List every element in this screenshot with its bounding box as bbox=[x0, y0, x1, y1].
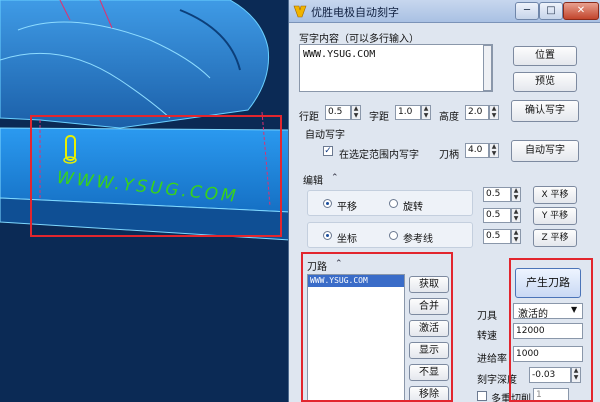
height-label: 高度 bbox=[439, 112, 459, 123]
line-spacing-spinner[interactable]: ▲ ▼ bbox=[351, 105, 361, 120]
depth-label: 刻字深度 bbox=[477, 375, 517, 386]
edit-section-label: 编辑 bbox=[303, 176, 323, 187]
speed-input[interactable]: 12000 bbox=[513, 323, 583, 339]
line-spacing-label: 行距 bbox=[299, 112, 319, 123]
get-button[interactable]: 获取 bbox=[409, 276, 449, 293]
multi-cut-label: 多重切削 bbox=[491, 394, 531, 402]
minimize-button[interactable]: ─ bbox=[515, 2, 539, 20]
z-offset-input[interactable]: 0.5 bbox=[483, 229, 511, 244]
rotate-label: 旋转 bbox=[403, 202, 423, 213]
position-button[interactable]: 位置 bbox=[513, 46, 577, 66]
z-translate-button[interactable]: Z 平移 bbox=[533, 229, 577, 247]
x-offset-spinner[interactable]: ▲ ▼ bbox=[511, 187, 521, 202]
generate-toolpath-button[interactable]: 产生刀路 bbox=[515, 268, 581, 298]
reference-line-radio[interactable] bbox=[389, 231, 398, 240]
app-logo-icon bbox=[293, 5, 307, 18]
remove-button[interactable]: 移除 bbox=[409, 386, 449, 402]
preview-button[interactable]: 预览 bbox=[513, 72, 577, 92]
multi-cut-checkbox[interactable] bbox=[477, 391, 487, 401]
title-bar[interactable]: 优胜电极自动刻字 ─ □ ✕ bbox=[289, 0, 600, 23]
multi-cut-input[interactable]: 1 bbox=[533, 388, 569, 402]
coordinate-radio[interactable] bbox=[323, 231, 332, 240]
height-input[interactable]: 2.0 bbox=[465, 105, 489, 120]
x-offset-input[interactable]: 0.5 bbox=[483, 187, 511, 202]
write-content-label: 写字内容（可以多行输入） bbox=[299, 34, 419, 45]
coordinate-label: 坐标 bbox=[337, 234, 357, 245]
handle-spinner[interactable]: ▲ ▼ bbox=[489, 143, 499, 158]
show-button[interactable]: 显示 bbox=[409, 342, 449, 359]
cad-viewport[interactable]: WWW.YSUG.COM bbox=[0, 0, 290, 402]
auto-write-button[interactable]: 自动写字 bbox=[511, 140, 579, 162]
close-button[interactable]: ✕ bbox=[563, 2, 599, 20]
handle-input[interactable]: 4.0 bbox=[465, 143, 489, 158]
maximize-button[interactable]: □ bbox=[539, 2, 563, 20]
depth-spinner[interactable]: ▲ ▼ bbox=[571, 367, 581, 383]
confirm-write-button[interactable]: 确认写字 bbox=[511, 100, 579, 122]
feed-input[interactable]: 1000 bbox=[513, 346, 583, 362]
feed-label: 进给率 bbox=[477, 354, 507, 365]
y-offset-spinner[interactable]: ▲ ▼ bbox=[511, 208, 521, 223]
handle-label: 刀柄 bbox=[439, 150, 459, 161]
char-spacing-spinner[interactable]: ▲ ▼ bbox=[421, 105, 431, 120]
y-offset-input[interactable]: 0.5 bbox=[483, 208, 511, 223]
tool-label: 刀具 bbox=[477, 311, 497, 322]
rotate-radio[interactable] bbox=[389, 199, 398, 208]
write-content-text: WWW.YSUG.COM bbox=[303, 49, 376, 60]
within-range-checkbox[interactable]: ✓ bbox=[323, 146, 333, 156]
auto-write-label: 自动写字 bbox=[305, 130, 345, 141]
dropdown-arrow-icon: ▼ bbox=[571, 305, 578, 314]
viewport-graphics bbox=[0, 0, 290, 241]
y-translate-button[interactable]: Y 平移 bbox=[533, 207, 577, 225]
translate-label: 平移 bbox=[337, 202, 357, 213]
char-spacing-label: 字距 bbox=[369, 112, 389, 123]
x-translate-button[interactable]: X 平移 bbox=[533, 186, 577, 204]
line-spacing-input[interactable]: 0.5 bbox=[325, 105, 351, 120]
auto-engrave-dialog: 优胜电极自动刻字 ─ □ ✕ 写字内容（可以多行输入） WWW.YSUG.COM… bbox=[288, 0, 600, 402]
speed-label: 转速 bbox=[477, 331, 497, 342]
translate-radio[interactable] bbox=[323, 199, 332, 208]
char-spacing-input[interactable]: 1.0 bbox=[395, 105, 421, 120]
activate-button[interactable]: 激活 bbox=[409, 320, 449, 337]
toolpath-collapse-icon[interactable]: ⌃ bbox=[335, 259, 343, 269]
toolpath-list-item[interactable]: WWW.YSUG.COM bbox=[308, 275, 404, 287]
z-offset-spinner[interactable]: ▲ ▼ bbox=[511, 229, 521, 244]
toolpath-list[interactable] bbox=[307, 274, 405, 402]
window-title: 优胜电极自动刻字 bbox=[311, 6, 399, 19]
tool-select-value: 激活的 bbox=[518, 309, 548, 320]
merge-button[interactable]: 合并 bbox=[409, 298, 449, 315]
hide-button[interactable]: 不显 bbox=[409, 364, 449, 381]
within-range-label: 在选定范围内写字 bbox=[339, 150, 419, 161]
toolpath-section-label: 刀路 bbox=[307, 262, 327, 273]
depth-input[interactable]: -0.03 bbox=[529, 367, 571, 383]
edit-collapse-icon[interactable]: ⌃ bbox=[331, 173, 339, 183]
reference-line-label: 参考线 bbox=[403, 234, 433, 245]
height-spinner[interactable]: ▲ ▼ bbox=[489, 105, 499, 120]
textarea-scrollbar[interactable] bbox=[483, 45, 492, 91]
